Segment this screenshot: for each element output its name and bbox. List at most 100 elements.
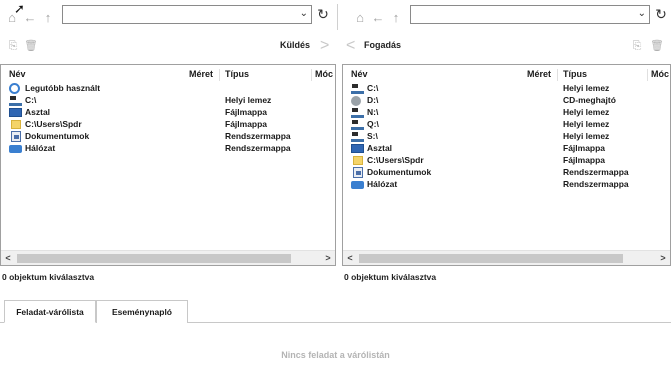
new-folder-icon[interactable]: ⎘ xyxy=(6,39,20,53)
item-type: Rendszermappa xyxy=(563,167,629,177)
list-item[interactable]: C:\Users\Spdr Fájlmappa xyxy=(1,119,335,131)
item-type: Rendszermappa xyxy=(225,131,291,141)
left-file-list[interactable]: Név Méret Típus Móc Legutóbb használt C:\… xyxy=(0,64,336,266)
item-name: D:\ xyxy=(367,95,379,105)
network-icon xyxy=(351,181,364,189)
column-modified[interactable]: Móc xyxy=(651,69,669,79)
scroll-left-icon[interactable]: < xyxy=(343,251,357,265)
send-label[interactable]: Küldés xyxy=(280,40,310,50)
queue-panel: Feladat-várólista Eseménynapló Nincs fel… xyxy=(0,298,671,392)
item-type: Helyi lemez xyxy=(563,131,610,141)
chevron-down-icon[interactable]: ⌄ xyxy=(638,8,646,19)
column-divider[interactable] xyxy=(219,69,220,81)
receive-label[interactable]: Fogadás xyxy=(364,40,401,50)
list-item[interactable]: C:\Users\Spdr Fájlmappa xyxy=(343,155,670,167)
refresh-icon[interactable]: ↻ xyxy=(314,4,332,24)
item-name: Q:\ xyxy=(367,119,379,129)
up-arrow-icon[interactable]: ↑ xyxy=(40,7,56,27)
column-divider[interactable] xyxy=(557,69,558,81)
receive-arrow-icon[interactable]: < xyxy=(346,36,355,56)
list-item[interactable]: S:\ Helyi lemez xyxy=(343,131,670,143)
folder-icon xyxy=(353,156,363,165)
recent-icon xyxy=(9,83,20,94)
item-name: C:\Users\Spdr xyxy=(367,155,424,165)
column-modified[interactable]: Móc xyxy=(315,69,333,79)
item-type: Rendszermappa xyxy=(225,143,291,153)
list-item[interactable]: Asztal Fájlmappa xyxy=(1,107,335,119)
item-type: Helyi lemez xyxy=(563,107,610,117)
item-type: Fájlmappa xyxy=(225,119,268,129)
column-size[interactable]: Méret xyxy=(189,69,213,79)
item-name: C:\ xyxy=(367,83,379,93)
item-type: Helyi lemez xyxy=(563,119,610,129)
back-arrow-icon[interactable]: ← xyxy=(370,7,386,27)
scroll-left-icon[interactable]: < xyxy=(1,251,15,265)
right-address-input[interactable]: ⌄ xyxy=(410,5,650,24)
item-name: Hálózat xyxy=(367,179,398,189)
list-item[interactable]: Asztal Fájlmappa xyxy=(343,143,670,155)
desktop-folder-icon xyxy=(351,144,364,153)
left-status: 0 objektum kiválasztva xyxy=(2,272,95,282)
column-name[interactable]: Név xyxy=(351,69,368,79)
item-name: Asztal xyxy=(25,107,51,117)
tab-event-log[interactable]: Eseménynapló xyxy=(96,300,188,323)
list-item[interactable]: C:\ Helyi lemez xyxy=(1,95,335,107)
scroll-right-icon[interactable]: > xyxy=(321,251,335,265)
delete-icon[interactable]: 🗑 xyxy=(650,39,664,53)
list-item[interactable]: Hálózat Rendszermappa xyxy=(1,143,335,155)
tab-task-queue[interactable]: Feladat-várólista xyxy=(4,300,96,323)
column-divider[interactable] xyxy=(311,69,312,81)
item-name: C:\Users\Spdr xyxy=(25,119,82,129)
drive-icon xyxy=(351,120,364,130)
item-name: S:\ xyxy=(367,131,378,141)
list-item[interactable]: N:\ Helyi lemez xyxy=(343,107,670,119)
right-pane: ⌂ ← ↑ ⌄ ↻ < Fogadás ⎘ 🗑 Név Méret Típus … xyxy=(342,0,671,288)
network-icon xyxy=(9,145,22,153)
drive-icon xyxy=(351,84,364,94)
refresh-icon[interactable]: ↻ xyxy=(652,4,670,24)
up-arrow-icon[interactable]: ↑ xyxy=(388,7,404,27)
list-item[interactable]: Hálózat Rendszermappa xyxy=(343,179,670,191)
item-name: N:\ xyxy=(367,107,379,117)
column-divider[interactable] xyxy=(647,69,648,81)
new-folder-icon[interactable]: ⎘ xyxy=(630,39,644,53)
scroll-thumb[interactable] xyxy=(17,254,291,263)
documents-icon xyxy=(353,167,363,178)
list-item[interactable]: Legutóbb használt xyxy=(1,83,335,95)
right-column-headers: Név Méret Típus Móc xyxy=(343,69,670,81)
delete-icon[interactable]: 🗑 xyxy=(24,39,38,53)
left-toolbar: ⎘ 🗑 Küldés > xyxy=(0,36,336,58)
scroll-thumb[interactable] xyxy=(359,254,623,263)
left-address-input[interactable]: ⌄ xyxy=(62,5,312,24)
column-size[interactable]: Méret xyxy=(527,69,551,79)
right-toolbar: < Fogadás ⎘ 🗑 xyxy=(342,36,671,58)
drive-icon xyxy=(351,108,364,118)
documents-icon xyxy=(11,131,21,142)
list-item[interactable]: C:\ Helyi lemez xyxy=(343,83,670,95)
column-name[interactable]: Név xyxy=(9,69,26,79)
column-type[interactable]: Típus xyxy=(563,69,587,79)
pane-divider xyxy=(337,4,338,30)
drive-icon xyxy=(9,96,22,106)
scroll-right-icon[interactable]: > xyxy=(656,251,670,265)
item-name: Hálózat xyxy=(25,143,56,153)
chevron-down-icon[interactable]: ⌄ xyxy=(300,8,308,19)
home-icon[interactable]: ⌂ xyxy=(352,7,368,27)
list-item[interactable]: Dokumentumok Rendszermappa xyxy=(343,167,670,179)
list-item[interactable]: Dokumentumok Rendszermappa xyxy=(1,131,335,143)
folder-icon xyxy=(11,120,21,129)
list-item[interactable]: D:\ CD-meghajtó xyxy=(343,95,670,107)
right-horizontal-scrollbar[interactable]: < > xyxy=(343,250,670,265)
list-item[interactable]: Q:\ Helyi lemez xyxy=(343,119,670,131)
left-horizontal-scrollbar[interactable]: < > xyxy=(1,250,335,265)
item-type: Helyi lemez xyxy=(563,83,610,93)
mouse-cursor-icon: ➚ xyxy=(14,1,25,16)
item-type: Fájlmappa xyxy=(563,143,606,153)
item-name: Legutóbb használt xyxy=(25,83,101,93)
item-name: Dokumentumok xyxy=(25,131,90,141)
left-column-headers: Név Méret Típus Móc xyxy=(1,69,335,81)
send-arrow-icon[interactable]: > xyxy=(320,36,329,56)
right-file-list[interactable]: Név Méret Típus Móc C:\ Helyi lemez D:\ CD-… xyxy=(342,64,671,266)
column-type[interactable]: Típus xyxy=(225,69,249,79)
left-rows: Legutóbb használt C:\ Helyi lemez Asztal Fáj… xyxy=(1,83,335,155)
